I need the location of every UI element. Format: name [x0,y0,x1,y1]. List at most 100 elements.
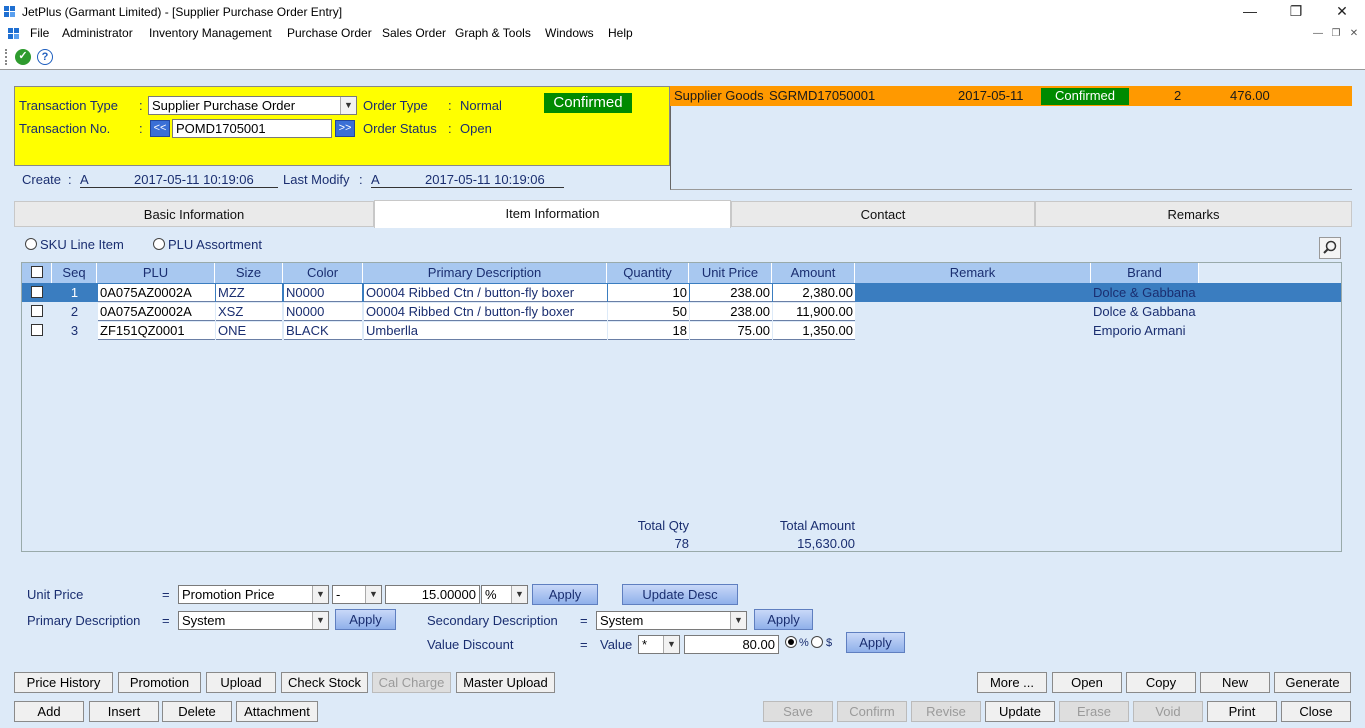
cell-remark[interactable] [856,303,1090,321]
add-button[interactable]: Add [14,701,84,722]
cell-description[interactable]: O0004 Ribbed Ctn / button-fly boxer [364,284,607,302]
col-color[interactable]: Color [283,263,363,283]
plu-radio[interactable] [153,238,165,250]
col-primary-description[interactable]: Primary Description [363,263,607,283]
mdi-close-button[interactable]: ✕ [1346,27,1362,41]
generate-button[interactable]: Generate [1274,672,1351,693]
prev-transaction-button[interactable]: << [150,120,170,137]
menu-administrator[interactable]: Administrator [62,26,133,40]
transaction-no-input[interactable]: POMD1705001 [172,119,332,138]
col-unit-price[interactable]: Unit Price [689,263,772,283]
table-row[interactable]: 1 0A075AZ0002A MZZ N0000 O0004 Ribbed Ct… [22,283,1341,302]
search-button[interactable] [1319,237,1341,259]
value-op-select[interactable]: * ▼ [638,635,680,654]
promotion-button[interactable]: Promotion [118,672,201,693]
tab-remarks[interactable]: Remarks [1035,201,1352,227]
menu-inventory-management[interactable]: Inventory Management [149,26,272,40]
sku-radio[interactable] [25,238,37,250]
help-icon[interactable]: ? [37,49,53,65]
mdi-minimize-button[interactable]: — [1310,27,1326,41]
cell-plu[interactable]: ZF151QZ0001 [98,322,215,340]
table-row[interactable]: 2 0A075AZ0002A XSZ N0000 O0004 Ribbed Ct… [22,302,1341,321]
cell-plu[interactable]: 0A075AZ0002A [98,303,215,321]
cell-color[interactable]: N0000 [284,284,362,302]
cell-size[interactable]: ONE [216,322,282,340]
tab-basic-information[interactable]: Basic Information [14,201,374,227]
copy-button[interactable]: Copy [1126,672,1196,693]
cell-amount[interactable]: 11,900.00 [773,303,855,321]
cell-size[interactable]: XSZ [216,303,282,321]
unit-price-value-input[interactable]: 15.00000 [385,585,480,604]
new-button[interactable]: New [1200,672,1270,693]
confirm-button[interactable]: Confirm [837,701,907,722]
cell-description[interactable]: Umberlla [364,322,607,340]
cal-charge-button[interactable]: Cal Charge [372,672,451,693]
col-amount[interactable]: Amount [772,263,855,283]
check-stock-button[interactable]: Check Stock [281,672,368,693]
close-button[interactable]: Close [1281,701,1351,722]
attachment-button[interactable]: Attachment [236,701,318,722]
cell-quantity[interactable]: 18 [608,322,689,340]
update-button[interactable]: Update [985,701,1055,722]
void-button[interactable]: Void [1133,701,1203,722]
unit-price-mode-select[interactable]: Promotion Price ▼ [178,585,329,604]
plu-assortment-option[interactable]: PLU Assortment [153,236,283,254]
related-doc-row[interactable]: Supplier Goods SGRMD17050001 2017-05-11 … [670,86,1352,106]
tab-contact[interactable]: Contact [731,201,1035,227]
cell-amount[interactable]: 1,350.00 [773,322,855,340]
print-button[interactable]: Print [1207,701,1277,722]
insert-button[interactable]: Insert [89,701,159,722]
close-window-button[interactable]: ✕ [1319,0,1365,24]
cell-unit-price[interactable]: 238.00 [690,303,772,321]
cell-color[interactable]: BLACK [284,322,362,340]
cell-description[interactable]: O0004 Ribbed Ctn / button-fly boxer [364,303,607,321]
select-all-header[interactable] [22,263,52,283]
mdi-restore-button[interactable]: ❐ [1328,27,1344,41]
save-button[interactable]: Save [763,701,833,722]
price-history-button[interactable]: Price History [14,672,113,693]
more-button[interactable]: More ... [977,672,1047,693]
col-plu[interactable]: PLU [97,263,215,283]
apply-primary-description-button[interactable]: Apply [335,609,396,630]
select-all-checkbox[interactable] [30,266,43,278]
cell-amount[interactable]: 2,380.00 [773,284,855,302]
cell-color[interactable]: N0000 [284,303,362,321]
col-size[interactable]: Size [215,263,283,283]
value-discount-input[interactable]: 80.00 [684,635,779,654]
confirm-check-icon[interactable]: ✓ [15,49,31,65]
dollar-radio[interactable] [811,636,823,648]
cell-unit-price[interactable]: 238.00 [690,284,772,302]
upload-button[interactable]: Upload [206,672,276,693]
menu-windows[interactable]: Windows [545,26,594,40]
cell-unit-price[interactable]: 75.00 [690,322,772,340]
apply-secondary-description-button[interactable]: Apply [754,609,813,630]
sku-line-item-option[interactable]: SKU Line Item [25,236,145,254]
revise-button[interactable]: Revise [911,701,981,722]
cell-quantity[interactable]: 50 [608,303,689,321]
secondary-description-select[interactable]: System ▼ [596,611,747,630]
menu-sales-order[interactable]: Sales Order [382,26,446,40]
transaction-type-select[interactable]: Supplier Purchase Order ▼ [148,96,357,115]
col-brand[interactable]: Brand [1091,263,1199,283]
primary-description-select[interactable]: System ▼ [178,611,329,630]
minimize-button[interactable]: — [1227,0,1273,24]
cell-remark[interactable] [856,322,1090,340]
row-checkbox[interactable] [31,286,43,298]
row-checkbox[interactable] [31,305,43,317]
col-remark[interactable]: Remark [855,263,1091,283]
open-button[interactable]: Open [1052,672,1122,693]
cell-plu[interactable]: 0A075AZ0002A [98,284,215,302]
next-transaction-button[interactable]: >> [335,120,355,137]
menu-purchase-order[interactable]: Purchase Order [287,26,372,40]
menu-file[interactable]: File [30,26,49,40]
cell-size[interactable]: MZZ [216,284,282,302]
cell-quantity[interactable]: 10 [608,284,689,302]
restore-button[interactable]: ❐ [1273,0,1319,24]
tab-item-information[interactable]: Item Information [374,200,731,228]
unit-price-unit-select[interactable]: % ▼ [481,585,528,604]
menu-graph-tools[interactable]: Graph & Tools [455,26,531,40]
cell-remark[interactable] [856,284,1090,302]
master-upload-button[interactable]: Master Upload [456,672,555,693]
percent-radio[interactable] [785,636,797,648]
row-checkbox[interactable] [31,324,43,336]
